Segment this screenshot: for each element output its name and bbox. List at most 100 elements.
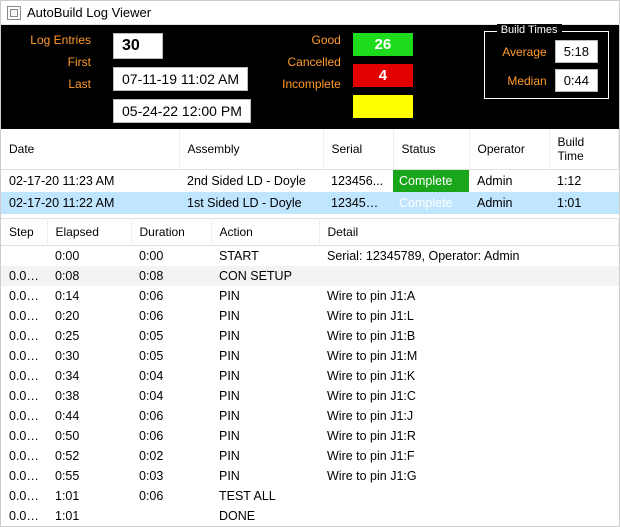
cell-date: 02-17-20 11:23 AM [1,170,179,193]
col-operator[interactable]: Operator [469,129,549,170]
cell-elapsed: 0:08 [47,266,131,286]
cell-elapsed: 0:55 [47,466,131,486]
table-row[interactable]: 0.0.0.....0:200:06PINWire to pin J1:L [1,306,619,326]
cell-elapsed: 0:30 [47,346,131,366]
cell-duration: 0:06 [131,406,211,426]
cell-action: PIN [211,346,319,366]
cell-step: 0.0.0..... [1,406,47,426]
cell-duration: 0:04 [131,386,211,406]
col-status[interactable]: Status [393,129,469,170]
cancelled-label: Cancelled [271,55,341,69]
table-row[interactable]: 0.0.0.21:01DONE [1,506,619,526]
steps-table[interactable]: Step Elapsed Duration Action Detail 0:00… [1,218,619,526]
col-assembly[interactable]: Assembly [179,129,323,170]
cell-action: PIN [211,406,319,426]
build-times-legend: Build Times [497,24,562,36]
cell-action: PIN [211,306,319,326]
col-elapsed[interactable]: Elapsed [47,219,131,246]
cell-serial: 12345789 [323,192,393,214]
cell-duration: 0:02 [131,446,211,466]
cell-duration: 0:05 [131,326,211,346]
table-row[interactable]: 0.0.0.....0:250:05PINWire to pin J1:B [1,326,619,346]
cell-action: PIN [211,466,319,486]
cell-detail: Wire to pin J1:G [319,466,619,486]
cell-build_time: 1:01 [549,192,619,214]
cell-action: PIN [211,426,319,446]
cell-detail: Wire to pin J1:J [319,406,619,426]
cell-action: PIN [211,386,319,406]
cell-step: 0.0.0..... [1,366,47,386]
last-label: Last [11,77,91,91]
cell-elapsed: 0:38 [47,386,131,406]
col-action[interactable]: Action [211,219,319,246]
table-row[interactable]: 0.0.0.....0:300:05PINWire to pin J1:M [1,346,619,366]
good-count: 26 [353,33,413,56]
cell-detail: Wire to pin J1:B [319,326,619,346]
col-serial[interactable]: Serial [323,129,393,170]
cell-step: 0.0.0..... [1,286,47,306]
col-duration[interactable]: Duration [131,219,211,246]
cell-elapsed: 0:44 [47,406,131,426]
cell-elapsed: 0:00 [47,246,131,267]
cell-date: 02-17-20 11:22 AM [1,192,179,214]
app-icon [7,6,21,20]
cell-action: PIN [211,446,319,466]
cell-action: PIN [211,326,319,346]
cell-step: 0.0.0..... [1,446,47,466]
cell-status: Complete [393,192,469,214]
cell-duration: 0:06 [131,286,211,306]
table-row[interactable]: 0.0.0.....0:340:04PINWire to pin J1:K [1,366,619,386]
build-times-group: Build Times Average 5:18 Median 0:44 [484,31,609,99]
average-value: 5:18 [555,40,598,63]
app-window: AutoBuild Log Viewer Log Entries First L… [0,0,620,527]
col-build-time[interactable]: Build Time [549,129,619,170]
col-step[interactable]: Step [1,219,47,246]
cell-action: PIN [211,286,319,306]
table-row[interactable]: 02-17-20 11:23 AM2nd Sided LD - Doyle123… [1,170,619,193]
cell-detail: Wire to pin J1:L [319,306,619,326]
table-row[interactable]: 0.0.0.....0:520:02PINWire to pin J1:F [1,446,619,466]
cell-step: 0.0.0.2 [1,486,47,506]
cell-step: 0.0.0..... [1,466,47,486]
cell-assembly: 2nd Sided LD - Doyle [179,170,323,193]
entries-table[interactable]: Date Assembly Serial Status Operator Bui… [1,129,619,214]
table-row[interactable]: 0.0.0.....0:440:06PINWire to pin J1:J [1,406,619,426]
table-row[interactable]: 0:000:00STARTSerial: 12345789, Operator:… [1,246,619,267]
cell-detail [319,486,619,506]
cell-step: 0.0.0.2 [1,506,47,526]
table-row[interactable]: 0.0.0.....0:140:06PINWire to pin J1:A [1,286,619,306]
table-row[interactable]: 0.0.0.....0:500:06PINWire to pin J1:R [1,426,619,446]
col-detail[interactable]: Detail [319,219,619,246]
cell-elapsed: 0:14 [47,286,131,306]
average-label: Average [495,45,547,59]
median-label: Median [495,74,547,88]
titlebar: AutoBuild Log Viewer [1,1,619,25]
table-row[interactable]: 0.0.0.21:010:06TEST ALL [1,486,619,506]
cell-duration: 0:08 [131,266,211,286]
cell-duration: 0:05 [131,346,211,366]
good-label: Good [271,33,341,47]
col-date[interactable]: Date [1,129,179,170]
cell-elapsed: 0:52 [47,446,131,466]
cell-step: 0.0.0..... [1,426,47,446]
cell-status: Complete [393,170,469,193]
cell-serial: 123456... [323,170,393,193]
cell-step: 0.0.0..... [1,346,47,366]
summary-panel: Log Entries First Last 30 07-11-19 11:02… [1,25,619,129]
table-row[interactable]: 0.0.0.....0:380:04PINWire to pin J1:C [1,386,619,406]
cell-operator: Admin [469,170,549,193]
cell-detail: Wire to pin J1:K [319,366,619,386]
cell-operator: Admin [469,192,549,214]
cell-duration: 0:06 [131,486,211,506]
cell-detail: Wire to pin J1:A [319,286,619,306]
log-entries-label: Log Entries [11,33,91,47]
log-entries-value: 30 [113,33,163,59]
cell-detail: Wire to pin J1:R [319,426,619,446]
cell-detail [319,266,619,286]
last-value: 05-24-22 12:00 PM [113,99,251,123]
steps-header-row: Step Elapsed Duration Action Detail [1,219,619,246]
cell-elapsed: 1:01 [47,506,131,526]
table-row[interactable]: 02-17-20 11:22 AM1st Sided LD - Doyle123… [1,192,619,214]
table-row[interactable]: 0.0.0.00:080:08CON SETUP [1,266,619,286]
table-row[interactable]: 0.0.0.....0:550:03PINWire to pin J1:G [1,466,619,486]
